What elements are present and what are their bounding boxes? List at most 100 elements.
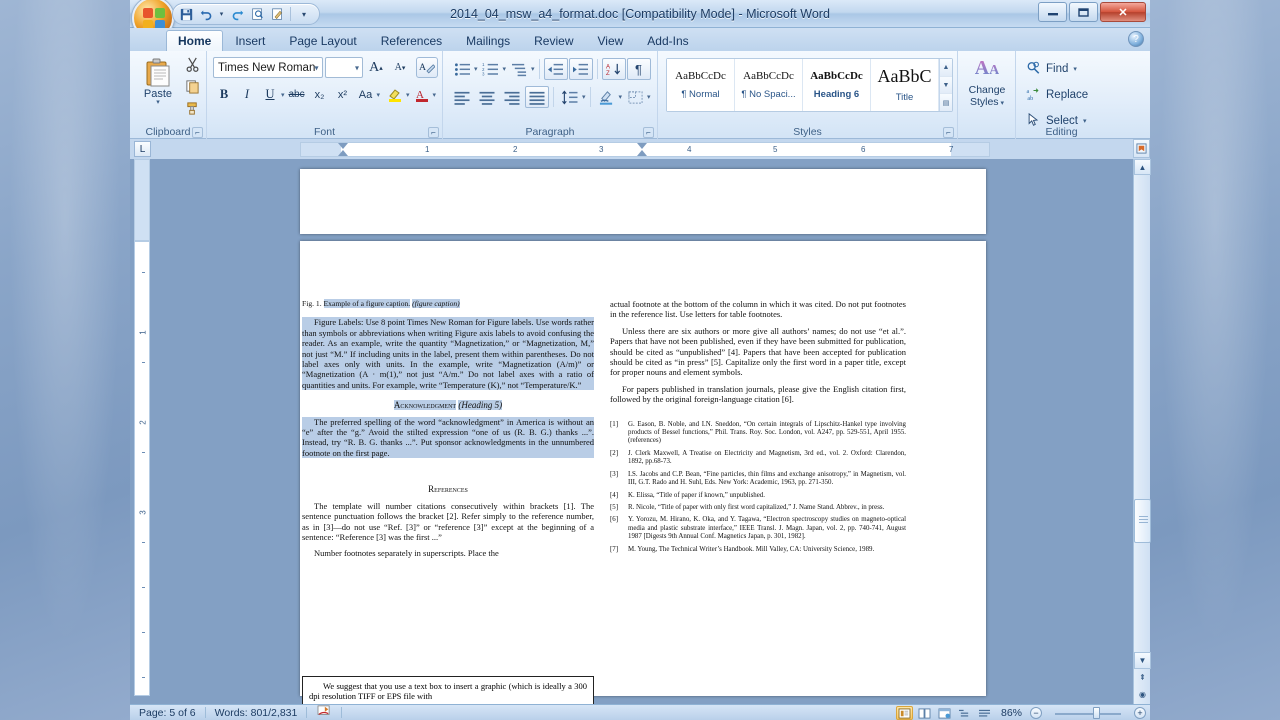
paragraph-dialog-launcher[interactable]: ⌐ <box>643 127 654 138</box>
text-highlight-color-button[interactable] <box>384 84 406 105</box>
change-case-dropdown-icon[interactable]: ▾ <box>377 91 381 99</box>
gallery-scroll-up-icon[interactable]: ▲ <box>940 59 952 77</box>
previous-page-button[interactable]: ⇞ <box>1134 669 1151 686</box>
font-size-input[interactable]: ▾ <box>324 57 363 78</box>
tab-references[interactable]: References <box>369 30 454 51</box>
superscript-button[interactable]: x² <box>332 84 354 105</box>
multilevel-dropdown-icon[interactable]: ▾ <box>531 65 535 73</box>
view-print-layout-button[interactable] <box>895 706 913 720</box>
help-icon[interactable]: ? <box>1128 31 1144 47</box>
hanging-indent-marker[interactable] <box>338 150 348 156</box>
select-browse-object-top-icon[interactable] <box>1133 139 1150 158</box>
multilevel-list-icon[interactable] <box>507 58 531 80</box>
style-title[interactable]: AaBbC Title <box>871 59 939 111</box>
numbering-icon[interactable]: 123 <box>479 58 503 80</box>
scroll-up-button[interactable]: ▲ <box>1134 159 1151 175</box>
close-button[interactable]: ✕ <box>1100 2 1146 22</box>
horizontal-ruler[interactable]: 1 2 3 4 5 6 7 <box>300 142 990 157</box>
print-preview-icon[interactable] <box>248 5 266 23</box>
view-draft-button[interactable] <box>976 706 993 720</box>
tab-stop-selector[interactable]: L <box>134 141 151 157</box>
format-painter-icon[interactable] <box>182 99 202 118</box>
view-outline-button[interactable] <box>956 706 973 720</box>
tab-review[interactable]: Review <box>522 30 585 51</box>
tab-add-ins[interactable]: Add-Ins <box>635 30 700 51</box>
align-left-icon[interactable] <box>450 86 474 108</box>
minimize-button[interactable] <box>1038 2 1067 22</box>
zoom-slider-handle[interactable] <box>1093 707 1100 719</box>
select-dropdown-icon[interactable]: ▾ <box>1083 117 1087 125</box>
chevron-down-icon[interactable]: ▾ <box>315 63 319 72</box>
zoom-in-button[interactable]: + <box>1134 707 1146 719</box>
clipboard-dialog-launcher[interactable]: ⌐ <box>192 127 203 138</box>
vertical-ruler[interactable]: 1 2 3 <box>134 159 150 704</box>
undo-icon[interactable] <box>197 5 215 23</box>
font-dialog-launcher[interactable]: ⌐ <box>428 127 439 138</box>
shrink-font-icon[interactable]: A ▾ <box>389 57 411 78</box>
font-color-button[interactable]: A <box>411 84 433 105</box>
grow-font-icon[interactable]: A ▴ <box>365 57 387 78</box>
scrollbar-thumb[interactable] <box>1134 499 1151 543</box>
tab-page-layout[interactable]: Page Layout <box>277 30 368 51</box>
cut-icon[interactable] <box>182 55 202 74</box>
underline-dropdown-icon[interactable]: ▾ <box>281 91 285 99</box>
zoom-slider[interactable] <box>1045 706 1131 720</box>
font-color-dropdown-icon[interactable]: ▾ <box>433 91 437 99</box>
right-hanging-indent-marker[interactable] <box>637 150 647 156</box>
document-left-column[interactable]: Fig. 1. Example of a figure caption. (fi… <box>302 299 594 565</box>
first-line-indent-marker[interactable] <box>338 143 348 149</box>
styles-dialog-launcher[interactable]: ⌐ <box>943 127 954 138</box>
decrease-indent-icon[interactable] <box>543 58 568 80</box>
tab-view[interactable]: View <box>586 30 636 51</box>
shading-dropdown-icon[interactable]: ▾ <box>619 93 623 101</box>
scroll-down-button[interactable]: ▼ <box>1134 652 1151 669</box>
restore-button[interactable] <box>1069 2 1098 22</box>
edit-icon[interactable] <box>268 5 286 23</box>
align-right-icon[interactable] <box>500 86 524 108</box>
document-right-column[interactable]: actual footnote at the bottom of the col… <box>610 299 906 558</box>
save-icon[interactable] <box>177 5 195 23</box>
bullets-icon[interactable] <box>450 58 474 80</box>
undo-dropdown-icon[interactable]: ▾ <box>217 5 226 23</box>
sort-icon[interactable]: AZ <box>601 58 626 80</box>
zoom-out-button[interactable]: − <box>1030 707 1042 719</box>
bold-button[interactable]: B <box>213 84 235 105</box>
numbering-dropdown-icon[interactable]: ▾ <box>503 65 507 73</box>
paste-button[interactable]: Paste ▾ <box>136 55 180 117</box>
tab-home[interactable]: Home <box>166 30 224 51</box>
vertical-scrollbar[interactable]: ▲ ▼ ⇞ ◉ ⇟ <box>1133 159 1151 716</box>
bullets-dropdown-icon[interactable]: ▾ <box>474 65 478 73</box>
strikethrough-button[interactable]: abc <box>286 84 308 105</box>
style-normal[interactable]: AaBbCcDc ¶ Normal <box>667 59 735 111</box>
document-canvas[interactable]: 1 2 3 Fig. 1. Example of a figure captio… <box>130 159 1150 704</box>
subscript-button[interactable]: x₂ <box>309 84 331 105</box>
select-browse-object-button[interactable]: ◉ <box>1134 686 1151 703</box>
view-web-layout-button[interactable] <box>936 706 953 720</box>
borders-dropdown-icon[interactable]: ▾ <box>647 93 651 101</box>
italic-button[interactable]: I <box>236 84 258 105</box>
tab-insert[interactable]: Insert <box>223 30 277 51</box>
line-spacing-dropdown-icon[interactable]: ▾ <box>582 93 586 101</box>
style-no-spacing[interactable]: AaBbCcDc ¶ No Spaci... <box>735 59 803 111</box>
redo-icon[interactable] <box>228 5 246 23</box>
shading-icon[interactable] <box>595 86 619 108</box>
gallery-more-icon[interactable]: ▤ <box>940 94 952 112</box>
view-full-screen-reading-button[interactable] <box>916 706 933 720</box>
clear-formatting-icon[interactable]: A <box>416 57 438 78</box>
paste-dropdown-icon[interactable]: ▾ <box>156 98 160 106</box>
line-spacing-icon[interactable] <box>558 86 582 108</box>
highlight-dropdown-icon[interactable]: ▾ <box>406 91 410 99</box>
tab-mailings[interactable]: Mailings <box>454 30 522 51</box>
proofing-errors-icon[interactable] <box>307 705 341 720</box>
chevron-down-icon[interactable]: ▾ <box>355 63 359 72</box>
customize-toolbar-icon[interactable]: ▾ <box>295 5 313 23</box>
underline-button[interactable]: U <box>259 84 281 105</box>
right-indent-marker[interactable] <box>637 143 647 149</box>
font-name-input[interactable]: Times New Roman ▾ <box>213 57 323 78</box>
show-formatting-marks-icon[interactable]: ¶ <box>626 58 651 80</box>
find-button[interactable]: Find ▾ <box>1026 58 1103 80</box>
copy-icon[interactable] <box>182 77 202 96</box>
replace-button[interactable]: a ab Replace <box>1026 84 1103 106</box>
gallery-scroll-down-icon[interactable]: ▼ <box>940 76 952 95</box>
zoom-level[interactable]: 86% <box>996 707 1027 719</box>
